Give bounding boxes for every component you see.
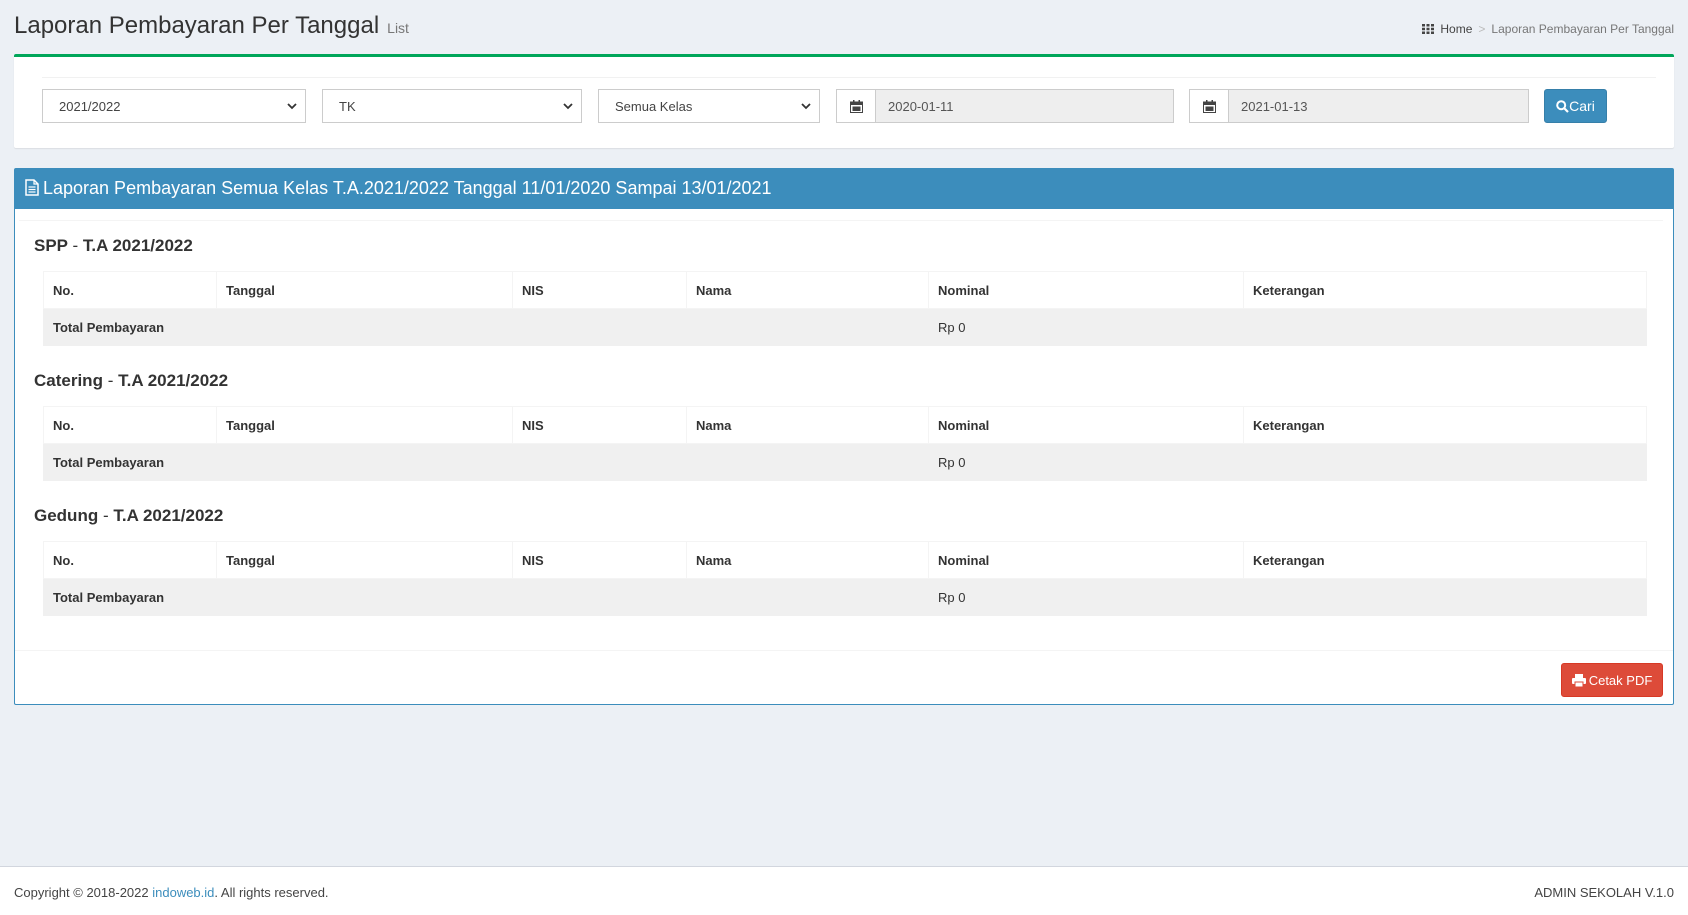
col-nama: Nama (686, 271, 929, 309)
col-nominal: Nominal (928, 406, 1244, 444)
col-nominal: Nominal (928, 541, 1244, 579)
col-nis: NIS (512, 406, 687, 444)
table-header-row: No. Tanggal NIS Nama Nominal Keterangan (43, 271, 1647, 309)
filter-box: 2021/2022 TK Semua Kelas 2020-01-11 2021… (14, 54, 1674, 148)
col-nama: Nama (686, 406, 929, 444)
tahun-ajaran-select[interactable]: 2021/2022 (42, 89, 306, 123)
calendar-icon (836, 89, 876, 123)
print-pdf-label: Cetak PDF (1588, 672, 1653, 688)
gedung-table: No. Tanggal NIS Nama Nominal Keterangan … (43, 541, 1647, 616)
chevron-down-icon (287, 103, 297, 110)
col-tanggal: Tanggal (216, 406, 513, 444)
copyright-suffix: . All rights reserved. (214, 885, 329, 900)
section-name: SPP (34, 236, 68, 255)
section-name: Catering (34, 371, 103, 390)
jenjang-select[interactable]: TK (322, 89, 582, 123)
chevron-down-icon (563, 103, 573, 110)
total-keterangan (1243, 443, 1647, 481)
print-icon (1571, 673, 1586, 687)
col-keterangan: Keterangan (1243, 541, 1647, 579)
app-version: ADMIN SEKOLAH V.1.0 (1534, 885, 1674, 900)
col-keterangan: Keterangan (1243, 271, 1647, 309)
main-footer: Copyright © 2018-2022 indoweb.id. All ri… (0, 866, 1688, 915)
tanggal-awal-group: 2020-01-11 (836, 89, 1174, 123)
catering-table: No. Tanggal NIS Nama Nominal Keterangan … (43, 406, 1647, 481)
total-keterangan (1243, 308, 1647, 346)
total-label: Total Pembayaran (43, 308, 929, 346)
indoweb-link[interactable]: indoweb.id (152, 885, 214, 900)
jenjang-value: TK (339, 99, 356, 114)
report-title: Laporan Pembayaran Semua Kelas T.A.2021/… (43, 178, 772, 198)
col-nis: NIS (512, 541, 687, 579)
report-body-divider (19, 220, 1663, 221)
table-total-row: Total Pembayaran Rp 0 (43, 578, 1647, 616)
col-nominal: Nominal (928, 271, 1244, 309)
table-total-row: Total Pembayaran Rp 0 (43, 308, 1647, 346)
search-button-label: Cari (1569, 98, 1595, 114)
table-total-row: Total Pembayaran Rp 0 (43, 443, 1647, 481)
breadcrumb: Home > Laporan Pembayaran Per Tanggal (1422, 22, 1674, 36)
breadcrumb-home-link[interactable]: Home (1440, 22, 1472, 36)
col-keterangan: Keterangan (1243, 406, 1647, 444)
tanggal-akhir-input[interactable]: 2021-01-13 (1228, 89, 1529, 123)
tahun-ajaran-value: 2021/2022 (59, 99, 121, 114)
section-title-catering: Catering - T.A 2021/2022 (34, 371, 228, 391)
tanggal-akhir-group: 2021-01-13 (1189, 89, 1529, 123)
page-title-text: Laporan Pembayaran Per Tanggal (14, 12, 380, 39)
kelas-value: Semua Kelas (615, 99, 693, 114)
total-label: Total Pembayaran (43, 578, 929, 616)
section-title-gedung: Gedung - T.A 2021/2022 (34, 506, 223, 526)
print-pdf-button[interactable]: Cetak PDF (1561, 663, 1663, 697)
col-nama: Nama (686, 541, 929, 579)
breadcrumb-separator: > (1478, 22, 1486, 36)
col-tanggal: Tanggal (216, 271, 513, 309)
section-dash: - (72, 236, 79, 255)
dashboard-icon (1422, 24, 1435, 34)
kelas-select[interactable]: Semua Kelas (598, 89, 820, 123)
section-ta: T.A 2021/2022 (118, 371, 229, 390)
content-header: Laporan Pembayaran Per Tanggal List Home >… (14, 10, 1674, 46)
file-text-icon (25, 179, 39, 196)
calendar-icon (1189, 89, 1229, 123)
section-dash: - (107, 371, 114, 390)
col-nis: NIS (512, 271, 687, 309)
report-footer-divider (15, 650, 1673, 651)
page-title: Laporan Pembayaran Per Tanggal List (14, 12, 409, 40)
search-icon (1556, 99, 1569, 113)
spp-table: No. Tanggal NIS Nama Nominal Keterangan … (43, 271, 1647, 346)
section-ta: T.A 2021/2022 (113, 506, 224, 525)
breadcrumb-current: Laporan Pembayaran Per Tanggal (1491, 22, 1674, 36)
col-tanggal: Tanggal (216, 541, 513, 579)
page-subtitle: List (387, 20, 409, 36)
filter-divider (42, 77, 1656, 78)
table-header-row: No. Tanggal NIS Nama Nominal Keterangan (43, 541, 1647, 579)
report-box: Laporan Pembayaran Semua Kelas T.A.2021/… (14, 168, 1674, 705)
col-no: No. (43, 406, 217, 444)
section-ta: T.A 2021/2022 (82, 236, 193, 255)
copyright-prefix: Copyright © 2018-2022 (14, 885, 153, 900)
total-value: Rp 0 (928, 578, 1244, 616)
section-name: Gedung (34, 506, 99, 525)
search-button[interactable]: Cari (1544, 89, 1607, 123)
chevron-down-icon (801, 103, 811, 110)
section-title-spp: SPP - T.A 2021/2022 (34, 236, 193, 256)
total-label: Total Pembayaran (43, 443, 929, 481)
table-header-row: No. Tanggal NIS Nama Nominal Keterangan (43, 406, 1647, 444)
report-header: Laporan Pembayaran Semua Kelas T.A.2021/… (15, 169, 1673, 209)
total-value: Rp 0 (928, 443, 1244, 481)
col-no: No. (43, 541, 217, 579)
col-no: No. (43, 271, 217, 309)
copyright: Copyright © 2018-2022 indoweb.id. All ri… (14, 885, 329, 900)
section-dash: - (102, 506, 109, 525)
total-keterangan (1243, 578, 1647, 616)
tanggal-awal-input[interactable]: 2020-01-11 (875, 89, 1174, 123)
total-value: Rp 0 (928, 308, 1244, 346)
